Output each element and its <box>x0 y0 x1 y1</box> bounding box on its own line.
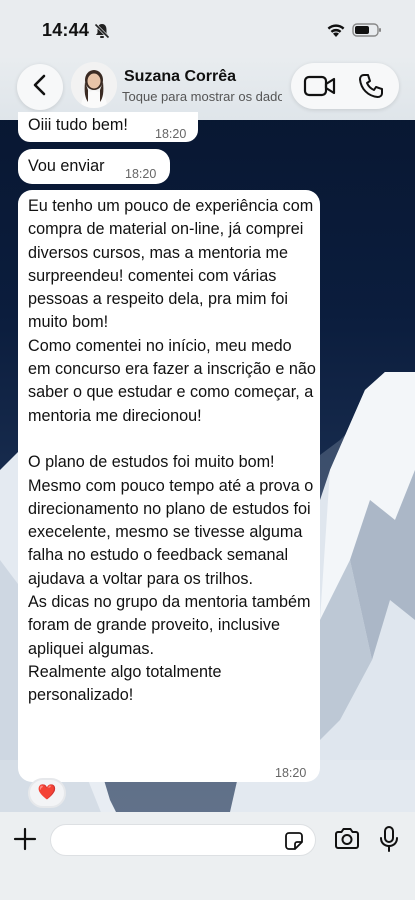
status-bar: 14:44 <box>0 0 415 58</box>
camera-icon <box>335 828 359 849</box>
message-text: Oiii tudo bem! <box>28 116 128 134</box>
video-call-button[interactable] <box>303 73 337 99</box>
message-text: Eu tenho um pouco de experiência com com… <box>28 197 316 705</box>
avatar[interactable] <box>71 62 117 108</box>
message-time: 18:20 <box>275 766 307 780</box>
message-input-bar <box>0 812 415 900</box>
battery-icon <box>352 22 382 38</box>
message-text: Vou enviar <box>28 157 105 175</box>
video-camera-icon <box>303 75 336 97</box>
status-time: 14:44 <box>42 20 90 40</box>
bell-slash-icon <box>93 22 111 40</box>
message-time: 18:20 <box>125 167 157 181</box>
heart-reaction[interactable]: ❤️ <box>28 778 66 808</box>
phone-icon <box>359 74 383 98</box>
message-bubble[interactable]: Vou enviar 18:20 <box>18 149 170 184</box>
message-time: 18:20 <box>155 127 187 141</box>
sticker-icon <box>285 832 303 850</box>
microphone-icon <box>380 826 398 852</box>
chat-header: Suzana Corrêa Toque para mostrar os dado… <box>0 58 415 120</box>
message-input[interactable] <box>50 824 316 856</box>
call-buttons-group <box>291 63 399 109</box>
plus-icon <box>13 827 37 851</box>
contact-name[interactable]: Suzana Corrêa <box>124 68 236 86</box>
message-bubble[interactable]: Eu tenho um pouco de experiência com com… <box>18 190 320 782</box>
sticker-button[interactable] <box>284 831 304 851</box>
camera-button[interactable] <box>333 827 361 851</box>
wifi-icon <box>326 22 346 38</box>
contact-subtitle[interactable]: Toque para mostrar os dados do contato <box>122 89 282 104</box>
attach-button[interactable] <box>12 826 38 852</box>
microphone-button[interactable] <box>378 825 400 853</box>
back-button[interactable] <box>17 64 63 110</box>
chevron-left-icon <box>32 74 48 101</box>
message-bubble[interactable]: Oiii tudo bem! 18:20 <box>18 112 198 142</box>
voice-call-button[interactable] <box>357 72 385 100</box>
